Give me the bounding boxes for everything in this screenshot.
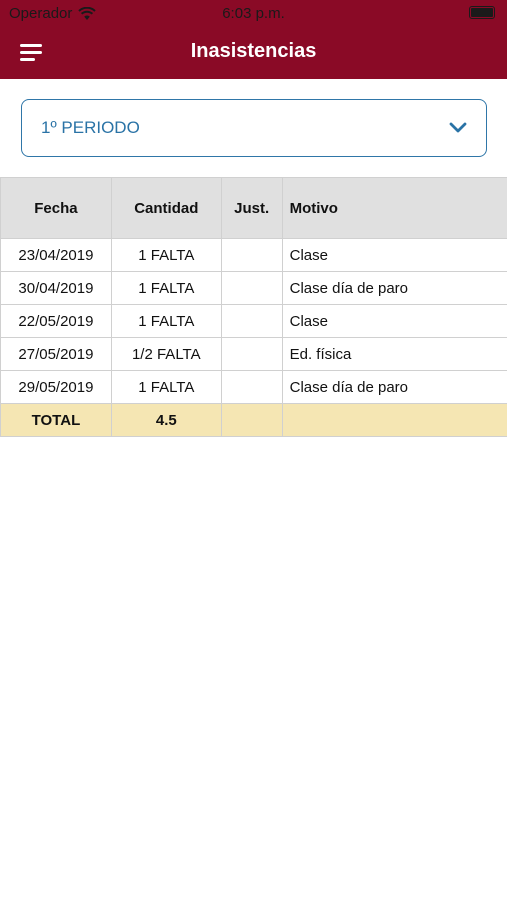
- cell-motivo: Ed. física: [281, 337, 507, 371]
- table-header-row: Fecha Cantidad Just. Motivo: [0, 177, 507, 239]
- status-time: 6:03 p.m.: [222, 5, 285, 22]
- cell-motivo: Clase día de paro: [281, 271, 507, 305]
- cell-just: [220, 238, 283, 272]
- battery-level: [471, 8, 493, 17]
- cell-just: [220, 304, 283, 338]
- cell-motivo: Clase día de paro: [281, 370, 507, 404]
- total-label: TOTAL: [0, 403, 112, 437]
- cell-fecha: 23/04/2019: [0, 238, 112, 272]
- cell-cantidad: 1 FALTA: [110, 304, 222, 338]
- absences-table: Fecha Cantidad Just. Motivo 23/04/2019 1…: [0, 177, 507, 437]
- table-row: 29/05/2019 1 FALTA Clase día de paro: [0, 370, 507, 404]
- column-header-cantidad: Cantidad: [110, 177, 222, 239]
- table-total-row: TOTAL 4.5: [0, 403, 507, 437]
- cell-fecha: 29/05/2019: [0, 370, 112, 404]
- table-row: 27/05/2019 1/2 FALTA Ed. física: [0, 337, 507, 371]
- page-title: Inasistencias: [190, 40, 317, 62]
- chevron-down-icon: [449, 122, 467, 133]
- cell-just: [220, 337, 283, 371]
- table-row: 23/04/2019 1 FALTA Clase: [0, 238, 507, 272]
- cell-motivo: Clase: [281, 304, 507, 338]
- cell-just: [220, 271, 283, 305]
- app-header: Operador 6:03 p.m. Inasistencias: [0, 0, 507, 79]
- column-header-fecha: Fecha: [0, 177, 112, 239]
- period-dropdown[interactable]: 1º PERIODO: [21, 99, 487, 157]
- cell-cantidad: 1 FALTA: [110, 370, 222, 404]
- total-motivo: [281, 403, 507, 437]
- cell-cantidad: 1 FALTA: [110, 271, 222, 305]
- table-row: 30/04/2019 1 FALTA Clase día de paro: [0, 271, 507, 305]
- column-header-motivo: Motivo: [281, 177, 507, 239]
- total-just: [220, 403, 283, 437]
- battery-icon: [469, 6, 495, 19]
- column-header-just: Just.: [220, 177, 283, 239]
- period-selected-value: 1º PERIODO: [41, 118, 140, 137]
- cell-just: [220, 370, 283, 404]
- status-bar: Operador 6:03 p.m.: [0, 0, 507, 28]
- table-row: 22/05/2019 1 FALTA Clase: [0, 304, 507, 338]
- cell-fecha: 22/05/2019: [0, 304, 112, 338]
- cell-motivo: Clase: [281, 238, 507, 272]
- cell-fecha: 30/04/2019: [0, 271, 112, 305]
- cell-cantidad: 1/2 FALTA: [110, 337, 222, 371]
- cell-cantidad: 1 FALTA: [110, 238, 222, 272]
- cell-fecha: 27/05/2019: [0, 337, 112, 371]
- total-cantidad: 4.5: [110, 403, 222, 437]
